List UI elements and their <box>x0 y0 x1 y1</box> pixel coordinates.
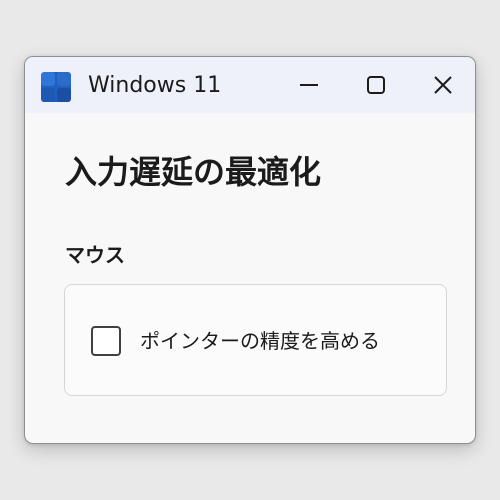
minimize-icon <box>300 84 318 86</box>
window-title: Windows 11 <box>88 73 222 98</box>
section-label-mouse: マウス <box>65 243 125 267</box>
pointer-precision-option[interactable]: ポインターの精度を高める <box>91 323 380 359</box>
windows-logo-icon <box>41 72 71 102</box>
title-bar[interactable]: Windows 11 <box>25 57 475 113</box>
app-window: Windows 11 入力遅延の最適化 マウス ポインターの精度を高める <box>24 56 476 444</box>
close-icon <box>434 76 452 94</box>
maximize-icon <box>367 76 385 94</box>
checkbox-label: ポインターの精度を高める <box>140 329 380 353</box>
settings-card: ポインターの精度を高める <box>64 284 447 396</box>
minimize-button[interactable] <box>289 67 329 103</box>
page-title: 入力遅延の最適化 <box>65 153 322 191</box>
pointer-precision-checkbox[interactable] <box>91 326 121 356</box>
close-button[interactable] <box>423 67 463 103</box>
maximize-button[interactable] <box>356 67 396 103</box>
